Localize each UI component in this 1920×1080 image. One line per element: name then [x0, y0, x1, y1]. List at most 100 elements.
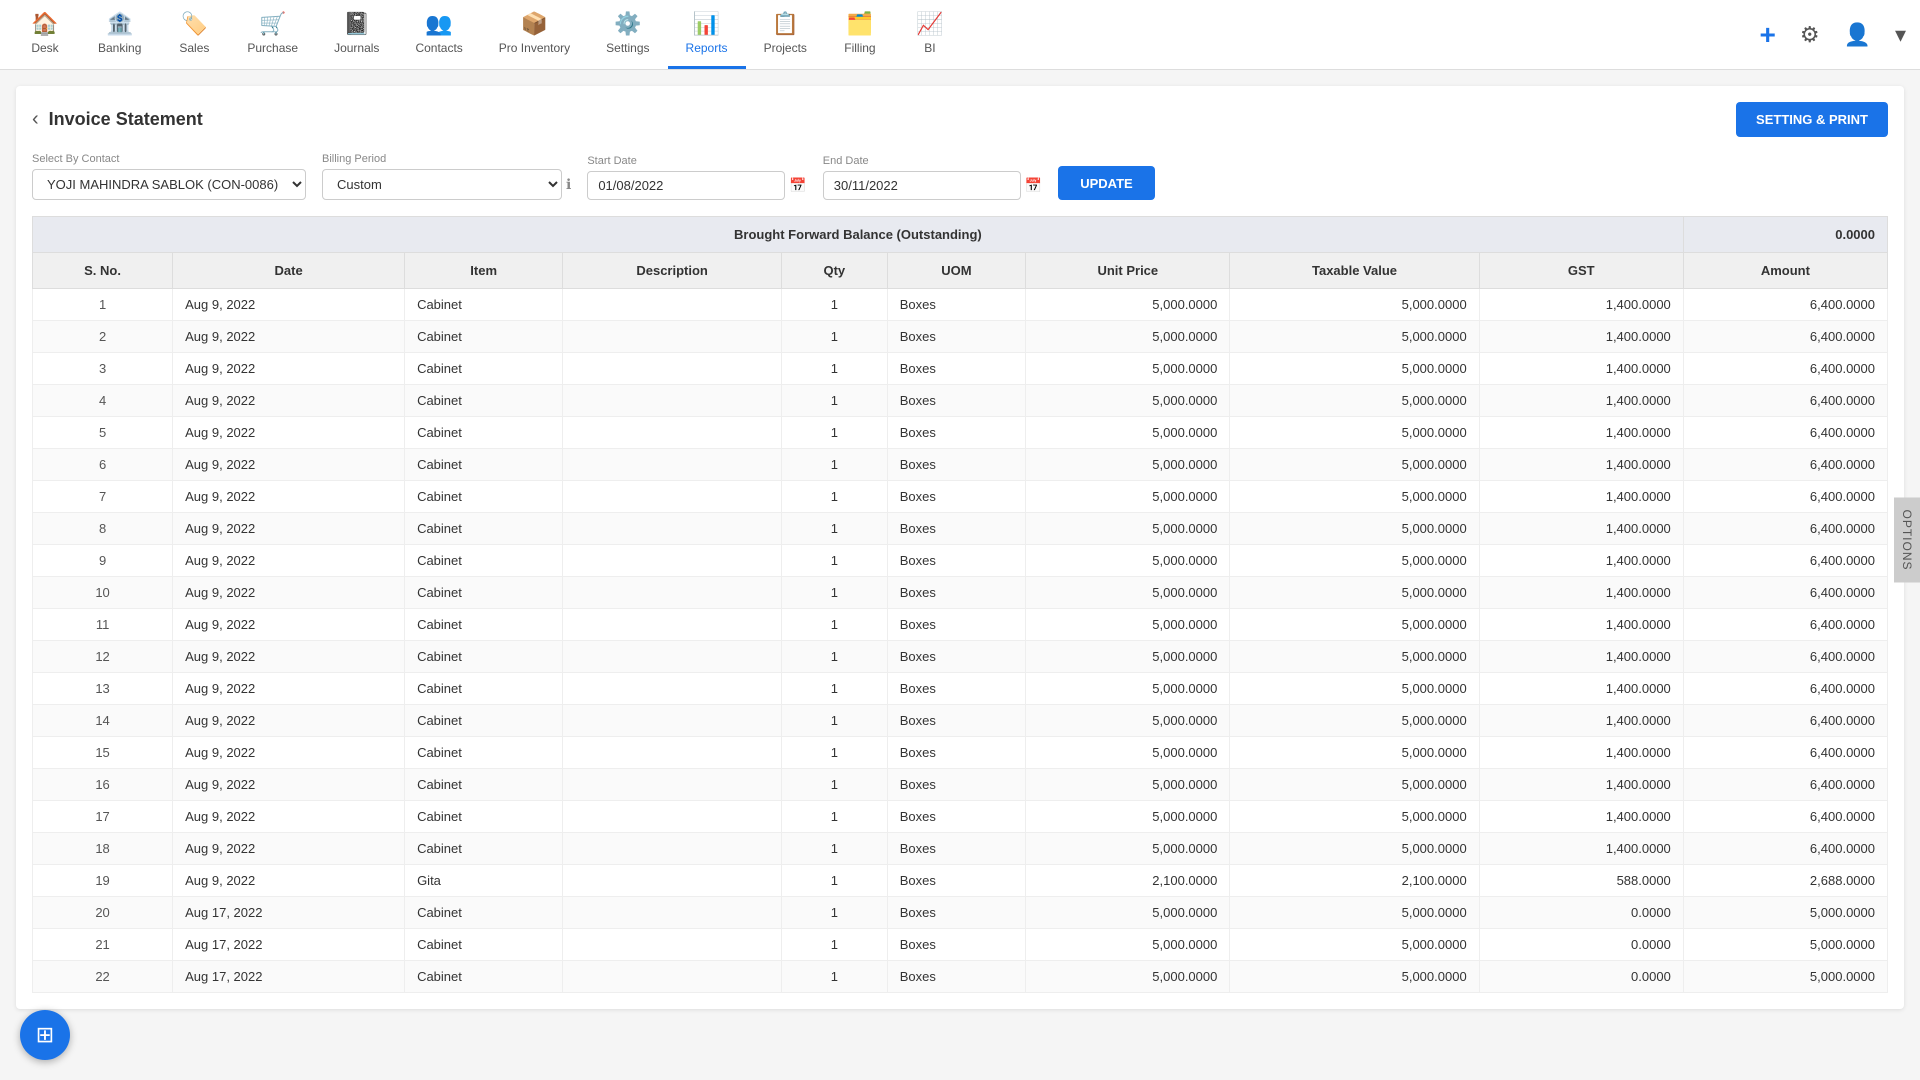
options-tab[interactable]: OPTIONS	[1894, 497, 1920, 582]
dropdown-button[interactable]: ▾	[1891, 18, 1910, 52]
start-date-label: Start Date	[587, 155, 806, 167]
cell-uom: Boxes	[887, 513, 1026, 545]
nav-banking[interactable]: 🏦 Banking	[80, 0, 159, 69]
cell-amount: 6,400.0000	[1683, 321, 1887, 353]
global-settings-button[interactable]: ⚙	[1796, 18, 1824, 52]
cell-qty: 1	[781, 833, 887, 865]
bi-icon: 📈	[916, 11, 943, 37]
col-header-amount: Amount	[1683, 253, 1887, 289]
nav-settings[interactable]: ⚙️ Settings	[588, 0, 667, 69]
end-date-input[interactable]	[823, 171, 1021, 200]
update-button[interactable]: UPDATE	[1058, 166, 1154, 200]
brought-forward-row: Brought Forward Balance (Outstanding) 0.…	[33, 217, 1888, 253]
cell-uom: Boxes	[887, 481, 1026, 513]
billing-period-select[interactable]: Custom	[322, 169, 562, 200]
cell-taxable-value: 2,100.0000	[1230, 865, 1479, 897]
cell-uom: Boxes	[887, 545, 1026, 577]
nav-reports[interactable]: 📊 Reports	[668, 0, 746, 69]
cell-item: Cabinet	[405, 417, 563, 449]
cell-unit-price: 5,000.0000	[1026, 321, 1230, 353]
cell-item: Cabinet	[405, 801, 563, 833]
nav-journals[interactable]: 📓 Journals	[316, 0, 397, 69]
table-row: 22 Aug 17, 2022 Cabinet 1 Boxes 5,000.00…	[33, 961, 1888, 993]
cell-qty: 1	[781, 737, 887, 769]
nav-pro-inventory[interactable]: 📦 Pro Inventory	[481, 0, 588, 69]
cell-gst: 1,400.0000	[1479, 673, 1683, 705]
nav-bi[interactable]: 📈 BI	[895, 0, 965, 69]
cell-date: Aug 9, 2022	[173, 737, 405, 769]
cell-taxable-value: 5,000.0000	[1230, 897, 1479, 929]
float-action-button[interactable]: ⊞	[20, 1010, 70, 1060]
setting-print-button[interactable]: SETTING & PRINT	[1736, 102, 1888, 137]
start-date-input[interactable]	[587, 171, 785, 200]
cell-qty: 1	[781, 929, 887, 961]
nav-filling[interactable]: 🗂️ Filling	[825, 0, 895, 69]
cell-unit-price: 5,000.0000	[1026, 545, 1230, 577]
cell-desc	[563, 769, 782, 801]
nav-sales[interactable]: 🏷️ Sales	[159, 0, 229, 69]
cell-item: Cabinet	[405, 321, 563, 353]
nav-reports-label: Reports	[686, 41, 728, 55]
table-row: 3 Aug 9, 2022 Cabinet 1 Boxes 5,000.0000…	[33, 353, 1888, 385]
cell-gst: 1,400.0000	[1479, 385, 1683, 417]
cell-item: Cabinet	[405, 833, 563, 865]
cell-date: Aug 17, 2022	[173, 929, 405, 961]
contact-filter-label: Select By Contact	[32, 153, 306, 165]
projects-icon: 📋	[772, 11, 799, 37]
cell-desc	[563, 417, 782, 449]
pro-inventory-icon: 📦	[521, 11, 548, 37]
cell-item: Cabinet	[405, 353, 563, 385]
cell-uom: Boxes	[887, 353, 1026, 385]
cell-sno: 5	[33, 417, 173, 449]
reports-icon: 📊	[693, 11, 720, 37]
nav-purchase[interactable]: 🛒 Purchase	[229, 0, 316, 69]
nav-projects[interactable]: 📋 Projects	[746, 0, 825, 69]
cell-gst: 1,400.0000	[1479, 417, 1683, 449]
back-button[interactable]: ‹	[32, 108, 39, 131]
cell-sno: 9	[33, 545, 173, 577]
nav-desk[interactable]: 🏠 Desk	[10, 0, 80, 69]
cell-sno: 17	[33, 801, 173, 833]
cell-unit-price: 5,000.0000	[1026, 929, 1230, 961]
billing-period-filter-group: Billing Period Custom ℹ	[322, 153, 571, 200]
cell-unit-price: 2,100.0000	[1026, 865, 1230, 897]
cell-unit-price: 5,000.0000	[1026, 961, 1230, 993]
nav-desk-label: Desk	[31, 41, 58, 55]
cell-sno: 1	[33, 289, 173, 321]
cell-unit-price: 5,000.0000	[1026, 513, 1230, 545]
end-date-calendar-icon[interactable]: 📅	[1025, 177, 1042, 194]
cell-sno: 22	[33, 961, 173, 993]
cell-gst: 1,400.0000	[1479, 321, 1683, 353]
nav-contacts[interactable]: 👥 Contacts	[397, 0, 480, 69]
cell-date: Aug 9, 2022	[173, 769, 405, 801]
contact-select[interactable]: YOJI MAHINDRA SABLOK (CON-0086)	[32, 169, 306, 200]
cell-desc	[563, 545, 782, 577]
table-row: 8 Aug 9, 2022 Cabinet 1 Boxes 5,000.0000…	[33, 513, 1888, 545]
nav-sales-label: Sales	[179, 41, 209, 55]
cell-qty: 1	[781, 353, 887, 385]
cell-unit-price: 5,000.0000	[1026, 641, 1230, 673]
end-date-wrapper: 📅	[823, 171, 1042, 200]
float-action-icon: ⊞	[36, 1022, 54, 1048]
cell-taxable-value: 5,000.0000	[1230, 961, 1479, 993]
cell-uom: Boxes	[887, 769, 1026, 801]
cell-taxable-value: 5,000.0000	[1230, 801, 1479, 833]
cell-date: Aug 17, 2022	[173, 961, 405, 993]
cell-taxable-value: 5,000.0000	[1230, 481, 1479, 513]
start-date-calendar-icon[interactable]: 📅	[789, 177, 806, 194]
cell-desc	[563, 705, 782, 737]
table-row: 20 Aug 17, 2022 Cabinet 1 Boxes 5,000.00…	[33, 897, 1888, 929]
cell-gst: 1,400.0000	[1479, 545, 1683, 577]
col-header-uom: UOM	[887, 253, 1026, 289]
table-row: 15 Aug 9, 2022 Cabinet 1 Boxes 5,000.000…	[33, 737, 1888, 769]
nav-banking-label: Banking	[98, 41, 141, 55]
user-button[interactable]: 👤	[1840, 18, 1875, 52]
cell-uom: Boxes	[887, 641, 1026, 673]
cell-sno: 21	[33, 929, 173, 961]
info-icon[interactable]: ℹ	[566, 176, 571, 193]
cell-amount: 5,000.0000	[1683, 897, 1887, 929]
cell-sno: 11	[33, 609, 173, 641]
add-button[interactable]: +	[1755, 15, 1779, 55]
cell-gst: 1,400.0000	[1479, 705, 1683, 737]
table-row: 2 Aug 9, 2022 Cabinet 1 Boxes 5,000.0000…	[33, 321, 1888, 353]
